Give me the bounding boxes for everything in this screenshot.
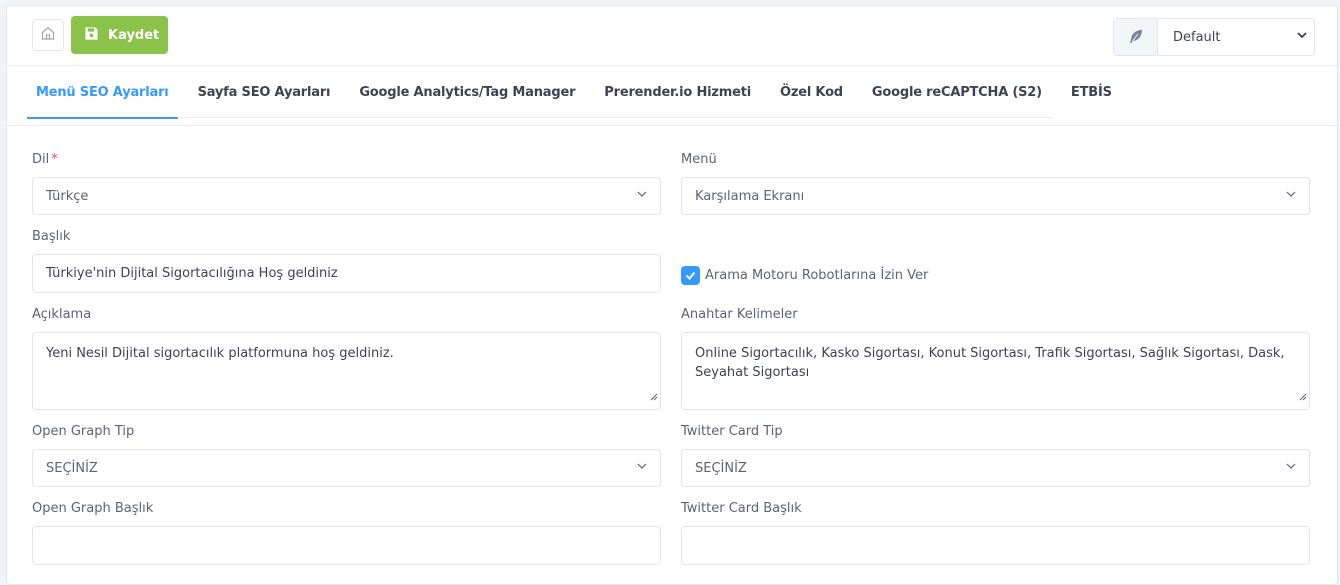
robots-checkbox[interactable] bbox=[681, 266, 700, 285]
title-input[interactable]: Türkiye'nin Dijital Sigortacılığına Hoş … bbox=[32, 254, 661, 293]
tab-recaptcha[interactable]: Google reCAPTCHA (S2) bbox=[863, 66, 1051, 118]
og-type-label: Open Graph Tip bbox=[32, 424, 135, 439]
twitter-type-value: SEÇİNİZ bbox=[695, 460, 747, 476]
save-icon bbox=[84, 26, 99, 45]
og-type-value: SEÇİNİZ bbox=[46, 460, 98, 476]
twitter-title-label: Twitter Card Başlık bbox=[681, 501, 802, 516]
required-mark: * bbox=[51, 152, 58, 167]
language-value: Türkçe bbox=[46, 188, 89, 204]
title-label: Başlık bbox=[32, 229, 71, 244]
feather-icon bbox=[1114, 19, 1158, 55]
theme-select[interactable]: Default bbox=[1113, 18, 1315, 56]
twitter-type-label: Twitter Card Tip bbox=[681, 424, 783, 439]
header-divider bbox=[7, 125, 1337, 126]
og-title-label: Open Graph Başlık bbox=[32, 501, 154, 516]
chevron-down-icon bbox=[636, 460, 648, 476]
tab-prerender[interactable]: Prerender.io Hizmeti bbox=[595, 66, 760, 118]
language-label: Dil * bbox=[32, 152, 58, 167]
home-icon bbox=[40, 25, 56, 45]
tab-google-analytics[interactable]: Google Analytics/Tag Manager bbox=[350, 66, 584, 118]
description-value: Yeni Nesil Dijital sigortacılık platform… bbox=[46, 346, 394, 361]
chevron-down-icon bbox=[1296, 29, 1308, 45]
menu-select[interactable]: Karşılama Ekranı bbox=[681, 177, 1310, 215]
language-label-text: Dil bbox=[32, 152, 50, 167]
keywords-label: Anahtar Kelimeler bbox=[681, 307, 798, 322]
og-title-input[interactable] bbox=[32, 526, 661, 565]
chevron-down-icon bbox=[1285, 188, 1297, 204]
title-value: Türkiye'nin Dijital Sigortacılığına Hoş … bbox=[46, 266, 338, 281]
home-button[interactable] bbox=[32, 19, 64, 51]
toolbar: Kaydet Default bbox=[7, 6, 1337, 66]
twitter-type-select[interactable]: SEÇİNİZ bbox=[681, 449, 1310, 487]
seo-settings-card: Kaydet Default Menü SEO Ayarları Sayfa S… bbox=[6, 5, 1338, 585]
description-textarea[interactable]: Yeni Nesil Dijital sigortacılık platform… bbox=[32, 332, 661, 410]
keywords-value: Online Sigortacılık, Kasko Sigortası, Ko… bbox=[695, 346, 1285, 380]
og-type-select[interactable]: SEÇİNİZ bbox=[32, 449, 661, 487]
robots-label: Arama Motoru Robotlarına İzin Ver bbox=[705, 268, 929, 283]
theme-value[interactable]: Default bbox=[1158, 19, 1314, 55]
menu-label: Menü bbox=[681, 152, 717, 167]
resize-handle-icon[interactable] bbox=[1299, 388, 1307, 407]
twitter-title-input[interactable] bbox=[681, 526, 1310, 565]
chevron-down-icon bbox=[1285, 460, 1297, 476]
tab-custom-code[interactable]: Özel Kod bbox=[771, 66, 852, 118]
save-button[interactable]: Kaydet bbox=[71, 16, 168, 54]
language-select[interactable]: Türkçe bbox=[32, 177, 661, 215]
keywords-textarea[interactable]: Online Sigortacılık, Kasko Sigortası, Ko… bbox=[681, 332, 1310, 410]
menu-value: Karşılama Ekranı bbox=[695, 188, 805, 204]
tab-bar: Menü SEO Ayarları Sayfa SEO Ayarları Goo… bbox=[27, 66, 1112, 119]
resize-handle-icon[interactable] bbox=[650, 388, 658, 407]
tab-menu-seo[interactable]: Menü SEO Ayarları bbox=[27, 66, 178, 119]
tab-page-seo[interactable]: Sayfa SEO Ayarları bbox=[189, 66, 340, 118]
theme-value-text: Default bbox=[1173, 29, 1221, 45]
tab-etbis[interactable]: ETBİS bbox=[1062, 66, 1121, 118]
save-label: Kaydet bbox=[108, 27, 160, 43]
robots-checkbox-row[interactable]: Arama Motoru Robotlarına İzin Ver bbox=[681, 266, 928, 285]
description-label: Açıklama bbox=[32, 307, 92, 322]
chevron-down-icon bbox=[636, 188, 648, 204]
